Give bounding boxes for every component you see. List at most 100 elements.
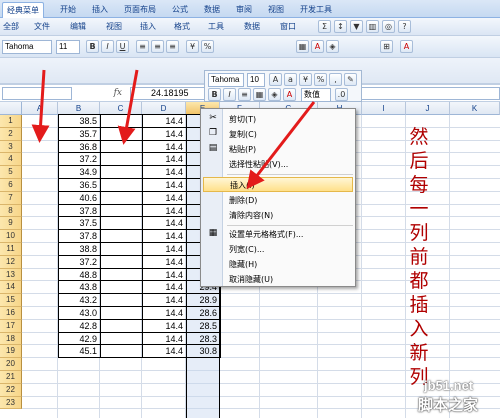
row-header[interactable]: 13 — [0, 268, 22, 282]
mini-shrink-font-icon[interactable]: a — [284, 73, 297, 86]
tab-classic-menu[interactable]: 经典菜单 — [2, 2, 44, 18]
menu-item-unhide[interactable]: 取消隐藏(U) — [225, 272, 353, 287]
tab-page-layout[interactable]: 页面布局 — [120, 2, 160, 18]
row-header[interactable]: 22 — [0, 383, 22, 397]
mini-decimal-icon[interactable]: .0 — [335, 88, 348, 101]
fill-color-icon[interactable]: ◈ — [326, 40, 339, 53]
menu-tools[interactable]: 工具 — [208, 21, 224, 33]
tab-home[interactable]: 开始 — [56, 2, 80, 18]
row-header[interactable]: 14 — [0, 281, 22, 295]
row-header[interactable]: 21 — [0, 371, 22, 384]
column-header[interactable]: K — [450, 102, 500, 115]
table-border — [58, 152, 221, 154]
row-header[interactable]: 20 — [0, 358, 22, 371]
menu-file[interactable]: 文件 — [34, 21, 50, 33]
row-header[interactable]: 1 — [0, 115, 22, 128]
menu-item-clear-contents[interactable]: 清除内容(N) — [225, 208, 353, 223]
currency-icon[interactable]: ¥ — [186, 40, 199, 53]
font-size-combo[interactable]: 11 — [56, 40, 80, 54]
mini-grow-font-icon[interactable]: A — [269, 73, 282, 86]
row-header[interactable]: 10 — [0, 230, 22, 243]
sum-icon[interactable]: Σ — [318, 20, 331, 33]
row-header[interactable]: 6 — [0, 179, 22, 192]
row-header[interactable]: 5 — [0, 166, 22, 179]
row-header[interactable]: 15 — [0, 294, 22, 307]
row-header[interactable]: 7 — [0, 191, 22, 205]
menu-all[interactable]: 全部 — [3, 21, 19, 33]
row-header[interactable]: 12 — [0, 255, 22, 269]
mini-currency-icon[interactable]: ¥ — [299, 73, 312, 86]
align-center-icon[interactable]: ≡ — [151, 40, 164, 53]
menu-view[interactable]: 视图 — [106, 21, 122, 33]
mini-align-icon[interactable]: ≡ — [238, 88, 251, 101]
row-header[interactable]: 18 — [0, 332, 22, 346]
row-header[interactable]: 16 — [0, 307, 22, 320]
sort-icon[interactable]: ↕ — [334, 20, 347, 33]
mini-comma-icon[interactable]: , — [329, 73, 342, 86]
mini-italic-icon[interactable]: I — [223, 88, 236, 101]
underline-icon[interactable]: U — [116, 40, 129, 53]
align-right-icon[interactable]: ≡ — [166, 40, 179, 53]
menu-item-hide[interactable]: 隐藏(H) — [225, 257, 353, 272]
font-name-combo[interactable]: Tahoma — [2, 40, 52, 54]
row-header[interactable]: 11 — [0, 243, 22, 256]
select-all-corner[interactable] — [0, 102, 22, 115]
zoom-icon[interactable]: ◎ — [382, 20, 395, 33]
fx-icon[interactable]: fx — [76, 87, 126, 100]
menu-item-cut[interactable]: 剪切(T) — [225, 112, 353, 127]
menu-item-column-width[interactable]: 列宽(C)... — [225, 242, 353, 257]
column-header[interactable]: J — [406, 102, 450, 115]
menu-item-insert[interactable]: 插入(I) — [203, 177, 353, 192]
menu-item-paste-special[interactable]: 选择性粘贴(V)... — [225, 157, 353, 172]
chart-icon[interactable]: ▥ — [366, 20, 379, 33]
italic-icon[interactable]: I — [101, 40, 114, 53]
percent-icon[interactable]: % — [201, 40, 214, 53]
menu-edit[interactable]: 编辑 — [70, 21, 86, 33]
mini-font-size[interactable]: 10 — [247, 73, 265, 87]
row-header[interactable]: 19 — [0, 345, 22, 359]
formatting-toolbar: Tahoma 11 B I U ≡ ≡ ≡ ¥ % ▦ A ◈ ⊞ A — [0, 36, 500, 58]
mini-border-icon[interactable]: ▦ — [253, 88, 266, 101]
row-header[interactable]: 17 — [0, 319, 22, 333]
font-color-icon[interactable]: A — [311, 40, 324, 53]
merge-icon[interactable]: ⊞ — [380, 40, 393, 53]
mini-font-name[interactable]: Tahoma — [208, 73, 244, 87]
help-icon[interactable]: ? — [398, 20, 411, 33]
menu-insert[interactable]: 插入 — [140, 21, 156, 33]
table-border — [58, 331, 221, 333]
tab-data[interactable]: 数据 — [200, 2, 224, 18]
mini-brush-icon[interactable]: ✎ — [344, 73, 357, 86]
mini-bold-icon[interactable]: B — [208, 88, 221, 101]
row-header[interactable]: 3 — [0, 140, 22, 154]
row-header[interactable]: 2 — [0, 127, 22, 141]
mini-percent-icon[interactable]: % — [314, 73, 327, 86]
menu-data[interactable]: 数据 — [244, 21, 260, 33]
annotation-char: 后 — [409, 150, 429, 172]
menu-window[interactable]: 窗口 — [280, 21, 296, 33]
mini-font-color-icon[interactable]: A — [283, 88, 296, 101]
menu-item-paste[interactable]: 粘贴(P) — [225, 142, 353, 157]
filter-icon[interactable]: ▼ — [350, 20, 363, 33]
name-box[interactable] — [2, 87, 72, 100]
tab-formulas[interactable]: 公式 — [168, 2, 192, 18]
bold-icon[interactable]: B — [86, 40, 99, 53]
row-header[interactable]: 9 — [0, 217, 22, 231]
column-header[interactable]: I — [362, 102, 406, 115]
menu-item-delete[interactable]: 删除(D) — [225, 193, 353, 208]
align-left-icon[interactable]: ≡ — [136, 40, 149, 53]
row-header[interactable]: 4 — [0, 153, 22, 167]
menu-item-format-cells[interactable]: 设置单元格格式(F)... — [225, 227, 353, 242]
row-header[interactable]: 8 — [0, 204, 22, 218]
tab-developer[interactable]: 开发工具 — [296, 2, 336, 18]
mini-number-format[interactable]: 数值 — [301, 88, 331, 102]
text-color-icon[interactable]: A — [400, 40, 413, 53]
tab-view[interactable]: 视图 — [264, 2, 288, 18]
column-header[interactable]: A — [22, 102, 58, 115]
row-header[interactable]: 23 — [0, 396, 22, 410]
tab-insert[interactable]: 插入 — [88, 2, 112, 18]
borders-icon[interactable]: ▦ — [296, 40, 309, 53]
tab-review[interactable]: 审阅 — [232, 2, 256, 18]
mini-fill-icon[interactable]: ◈ — [268, 88, 281, 101]
menu-item-copy[interactable]: 复制(C) — [225, 127, 353, 142]
menu-format[interactable]: 格式 — [174, 21, 190, 33]
